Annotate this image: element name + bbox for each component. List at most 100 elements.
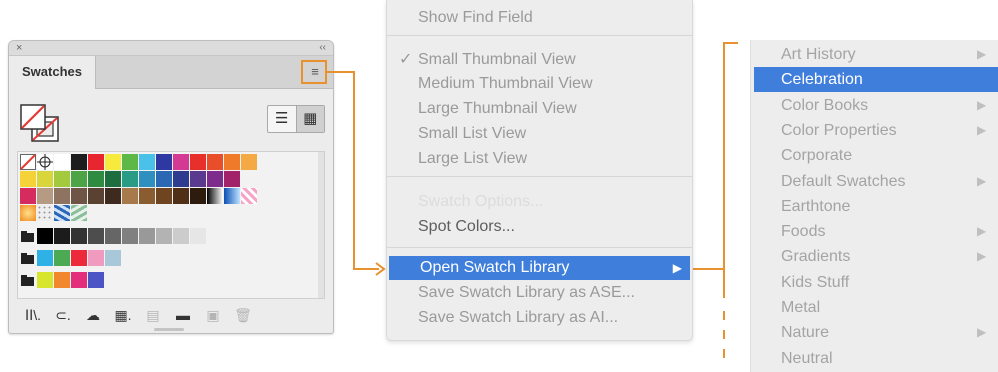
color-swatch[interactable]: [54, 188, 70, 204]
color-swatch[interactable]: [71, 228, 87, 244]
color-swatch[interactable]: [241, 154, 257, 170]
color-swatch[interactable]: [54, 228, 70, 244]
color-swatch[interactable]: [71, 250, 87, 266]
color-swatch[interactable]: [54, 272, 70, 288]
color-swatch[interactable]: [156, 154, 172, 170]
color-swatch[interactable]: [37, 228, 53, 244]
color-swatch[interactable]: [54, 171, 70, 187]
menu-item-medium-thumbnail-view[interactable]: Medium Thumbnail View: [387, 72, 692, 96]
library-item-kids-stuff[interactable]: Kids Stuff: [751, 270, 998, 295]
new-color-group-icon[interactable]: ▤: [139, 307, 167, 324]
color-swatch[interactable]: [37, 188, 53, 204]
color-swatch[interactable]: [122, 228, 138, 244]
color-swatch[interactable]: [37, 205, 53, 221]
swatch-scrollbar[interactable]: [318, 152, 324, 298]
library-item-default-swatches[interactable]: Default Swatches ▶: [751, 169, 998, 194]
color-swatch[interactable]: [71, 154, 87, 170]
color-swatch[interactable]: [173, 171, 189, 187]
library-item-earthtone[interactable]: Earthtone: [751, 194, 998, 219]
color-swatch[interactable]: [71, 188, 87, 204]
color-swatch[interactable]: [190, 154, 206, 170]
color-swatch[interactable]: [122, 188, 138, 204]
color-swatch[interactable]: [71, 171, 87, 187]
color-group-folder-icon[interactable]: [20, 228, 36, 244]
color-swatch[interactable]: [224, 171, 240, 187]
library-item-neutral[interactable]: Neutral: [751, 346, 998, 371]
color-swatch[interactable]: [71, 205, 87, 221]
color-swatch[interactable]: [54, 250, 70, 266]
color-swatch[interactable]: [241, 188, 257, 204]
color-swatch[interactable]: [88, 188, 104, 204]
color-swatch[interactable]: [88, 272, 104, 288]
color-group-folder-icon[interactable]: [20, 250, 36, 266]
library-item-gradients[interactable]: Gradients ▶: [751, 244, 998, 269]
color-swatch[interactable]: [207, 154, 223, 170]
color-swatch[interactable]: [122, 171, 138, 187]
library-item-art-history[interactable]: Art History ▶: [751, 42, 998, 67]
color-swatch[interactable]: [37, 250, 53, 266]
menu-item-large-thumbnail-view[interactable]: Large Thumbnail View: [387, 97, 692, 121]
grid-view-icon[interactable]: ▦: [295, 106, 324, 132]
swatch-options-icon[interactable]: ▦.: [109, 307, 137, 324]
close-icon[interactable]: ×: [16, 41, 22, 55]
color-swatch[interactable]: [139, 228, 155, 244]
color-swatch[interactable]: [190, 228, 206, 244]
menu-item-large-list-view[interactable]: Large List View: [387, 147, 692, 171]
library-item-foods[interactable]: Foods ▶: [751, 219, 998, 244]
color-swatch[interactable]: [71, 272, 87, 288]
library-item-nature[interactable]: Nature ▶: [751, 320, 998, 345]
none-swatch[interactable]: [20, 154, 36, 170]
color-swatch[interactable]: [105, 188, 121, 204]
menu-item-small-list-view[interactable]: Small List View: [387, 122, 692, 146]
color-swatch[interactable]: [105, 154, 121, 170]
collapse-icon[interactable]: ‹‹: [319, 41, 326, 55]
menu-item-show-find-field[interactable]: Show Find Field: [387, 6, 692, 30]
menu-item-save-swatch-library-as-ase[interactable]: Save Swatch Library as ASE...: [387, 281, 692, 305]
color-swatch[interactable]: [88, 154, 104, 170]
color-swatch[interactable]: [156, 228, 172, 244]
menu-item-small-thumbnail-view[interactable]: ✓ Small Thumbnail View: [387, 48, 692, 72]
color-swatch[interactable]: [37, 272, 53, 288]
color-swatch[interactable]: [105, 228, 121, 244]
new-swatch-icon[interactable]: ▣: [199, 307, 227, 324]
color-swatch[interactable]: [139, 171, 155, 187]
color-swatch[interactable]: [139, 154, 155, 170]
menu-item-save-swatch-library-as-ai[interactable]: Save Swatch Library as AI...: [387, 306, 692, 330]
color-swatch[interactable]: [88, 250, 104, 266]
color-swatch[interactable]: [173, 154, 189, 170]
color-swatch[interactable]: [173, 188, 189, 204]
color-swatch[interactable]: [139, 188, 155, 204]
color-swatch[interactable]: [88, 171, 104, 187]
library-item-corporate[interactable]: Corporate: [751, 143, 998, 168]
fill-stroke-none-icon[interactable]: [19, 103, 63, 145]
color-swatch[interactable]: [190, 188, 206, 204]
color-swatch[interactable]: [54, 154, 70, 170]
color-swatch[interactable]: [105, 250, 121, 266]
color-swatch[interactable]: [105, 171, 121, 187]
color-swatch[interactable]: [207, 171, 223, 187]
delete-swatch-icon[interactable]: 🗑: [229, 307, 257, 324]
library-item-metal[interactable]: Metal: [751, 295, 998, 320]
color-swatch[interactable]: [37, 171, 53, 187]
color-group-folder-icon[interactable]: [20, 272, 36, 288]
color-swatch[interactable]: [20, 171, 36, 187]
color-swatch[interactable]: [54, 205, 70, 221]
color-group-edit-icon[interactable]: ☁: [79, 307, 107, 324]
color-swatch[interactable]: [207, 188, 223, 204]
library-item-color-books[interactable]: Color Books ▶: [751, 93, 998, 118]
resize-grip[interactable]: [154, 328, 184, 331]
new-folder-icon[interactable]: ▬: [169, 307, 197, 323]
color-swatch[interactable]: [20, 205, 36, 221]
color-swatch[interactable]: [224, 154, 240, 170]
color-swatch[interactable]: [156, 171, 172, 187]
color-swatch[interactable]: [224, 188, 240, 204]
show-kinds-icon[interactable]: ⊂.: [49, 307, 77, 324]
menu-item-open-swatch-library[interactable]: Open Swatch Library ▶: [389, 256, 690, 280]
registration-swatch[interactable]: [37, 154, 53, 170]
color-swatch[interactable]: [88, 228, 104, 244]
library-item-color-properties[interactable]: Color Properties ▶: [751, 118, 998, 143]
menu-item-spot-colors[interactable]: Spot Colors...: [387, 215, 692, 239]
color-swatch[interactable]: [190, 171, 206, 187]
color-swatch[interactable]: [173, 228, 189, 244]
color-swatch[interactable]: [122, 154, 138, 170]
